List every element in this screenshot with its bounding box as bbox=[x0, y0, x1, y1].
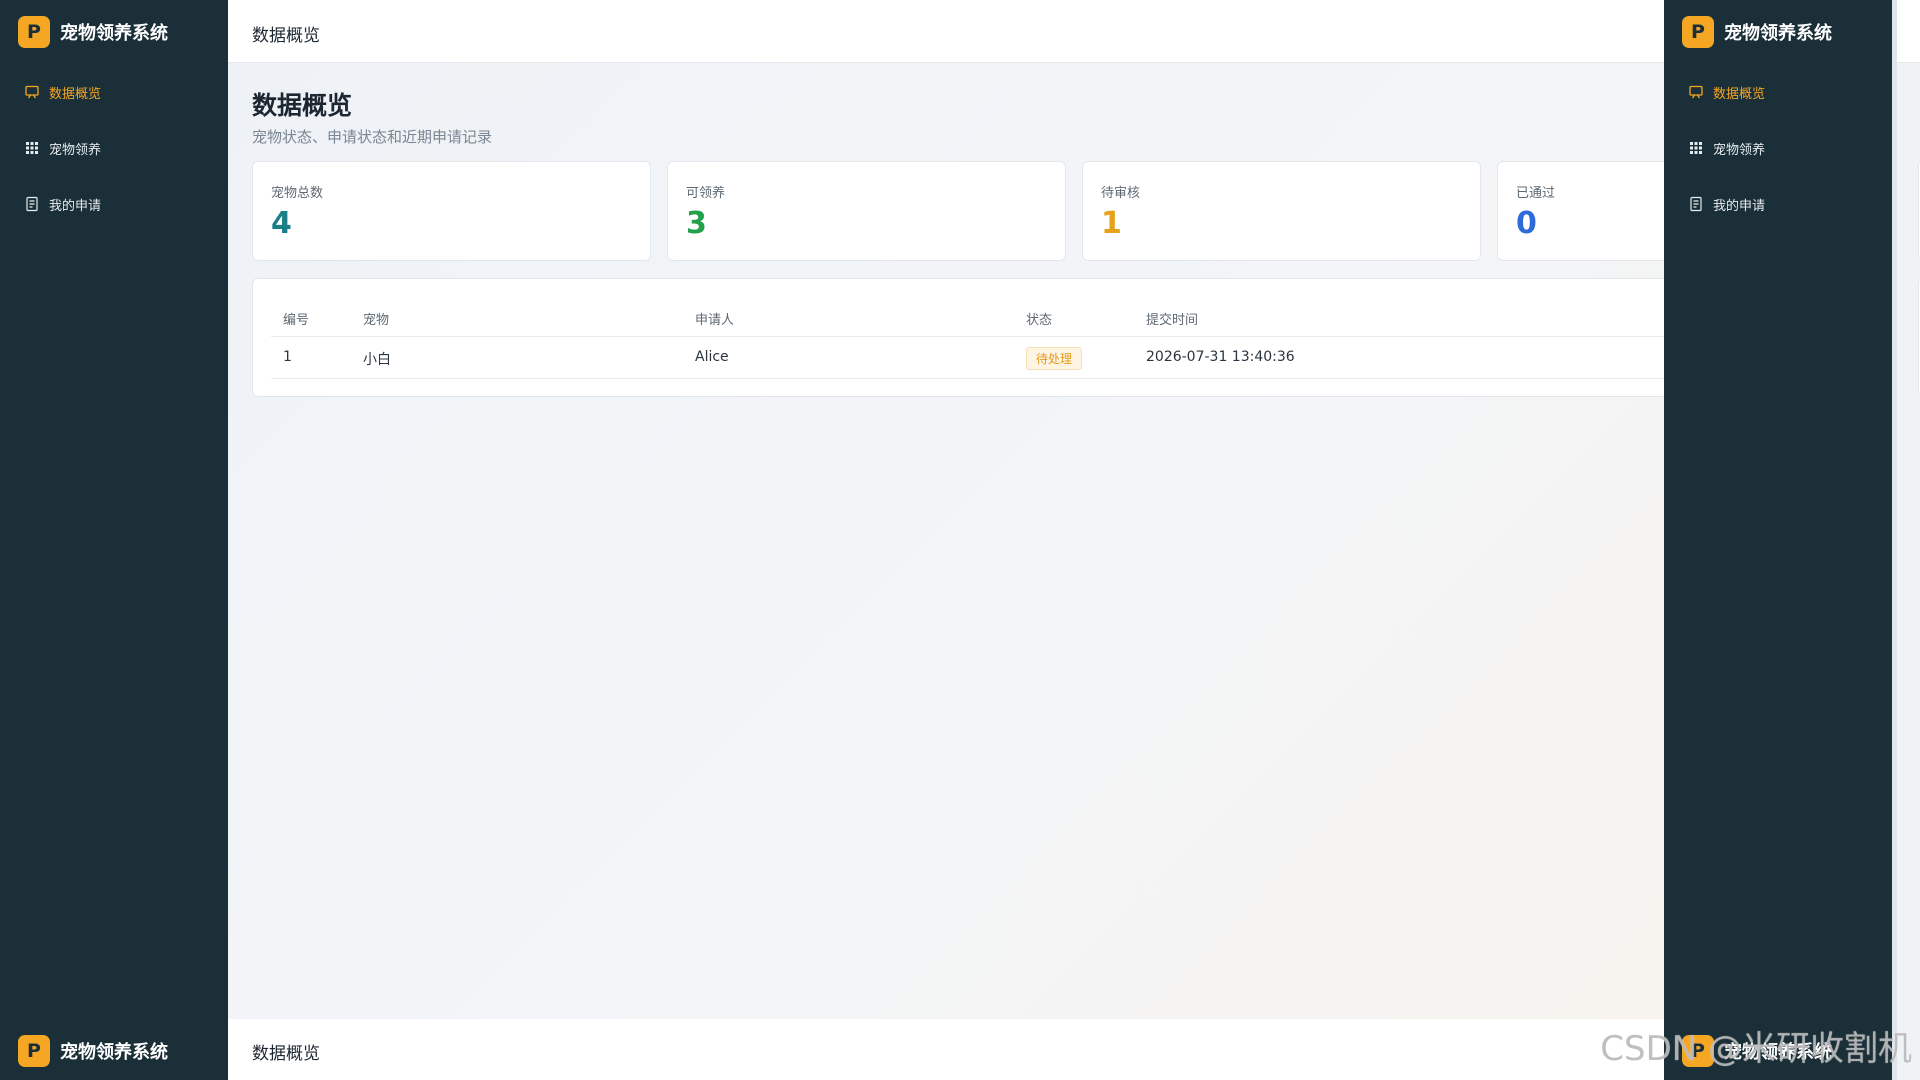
stat-label: 可领养 bbox=[686, 186, 726, 201]
status-badge: 待处理 bbox=[1026, 347, 1083, 370]
document-icon bbox=[1688, 196, 1704, 212]
stat-card-available: 可领养 3 bbox=[667, 161, 1066, 261]
sidebar-item-label: 宠物领养 bbox=[1713, 142, 1766, 158]
brand[interactable]: P 宠物领养系统 bbox=[18, 16, 168, 48]
sidebar-item-dashboard[interactable]: 数据概览 bbox=[24, 77, 101, 107]
sidebar-item-applications[interactable]: 我的申请 bbox=[24, 189, 101, 219]
document-icon bbox=[24, 196, 40, 212]
sidebar-item-label: 宠物领养 bbox=[49, 142, 102, 158]
topbar-bottom-strip: 数据概览 bbox=[228, 1019, 1664, 1080]
brand-name: 宠物领养系统 bbox=[1724, 23, 1832, 44]
brand-name: 宠物领养系统 bbox=[60, 1042, 168, 1063]
row-divider bbox=[271, 378, 1664, 379]
stat-card-total: 宠物总数 4 bbox=[252, 161, 651, 261]
sidebar-item-dashboard[interactable]: 数据概览 bbox=[1688, 77, 1765, 107]
brand-name: 宠物领养系统 bbox=[60, 23, 168, 44]
cell-time: 2026-07-31 13:40:36 bbox=[1146, 349, 1295, 365]
stat-card-approved: 已通过 0 bbox=[1497, 161, 1664, 261]
cell-applicant: Alice bbox=[695, 349, 729, 365]
sidebar-item-adopt[interactable]: 宠物领养 bbox=[24, 133, 101, 163]
grid-icon bbox=[1688, 140, 1704, 156]
stat-label: 待审核 bbox=[1101, 186, 1141, 201]
stat-value: 3 bbox=[686, 206, 707, 241]
sidebar: P 宠物领养系统 数据概览 宠物领养 我的申请 bbox=[0, 0, 228, 1019]
brand[interactable]: P 宠物领养系统 bbox=[1682, 16, 1832, 48]
stat-label: 宠物总数 bbox=[271, 186, 324, 201]
page-title: 数据概览 bbox=[252, 91, 353, 120]
main-content: 数据概览 数据概览 宠物状态、申请状态和近期申请记录 宠物总数 4 可领养 3 … bbox=[228, 0, 1664, 1019]
header-divider bbox=[271, 336, 1664, 337]
cell-pet: 小白 bbox=[363, 352, 391, 368]
topbar-title: 数据概览 bbox=[252, 1044, 320, 1064]
dashboard-icon bbox=[1688, 84, 1704, 100]
brand-logo: P bbox=[18, 16, 50, 48]
stat-value: 0 bbox=[1516, 206, 1537, 241]
brand-logo: P bbox=[18, 1035, 50, 1067]
main-content-clipped bbox=[1897, 0, 1920, 1080]
sidebar-duplicate: P 宠物领养系统 数据概览 宠物领养 我的申请 P 宠物领养系统 bbox=[1664, 0, 1892, 1080]
stat-value: 4 bbox=[271, 206, 292, 241]
sidebar-item-label: 我的申请 bbox=[49, 198, 102, 214]
sidebar-bottom-strip: P 宠物领养系统 bbox=[0, 1019, 228, 1080]
stat-card-pending: 待审核 1 bbox=[1082, 161, 1481, 261]
watermark: CSDN @米研收割机 bbox=[1600, 1029, 1912, 1069]
table-header: 编号 bbox=[283, 313, 310, 328]
sidebar-item-adopt[interactable]: 宠物领养 bbox=[1688, 133, 1765, 163]
table-header: 提交时间 bbox=[1146, 313, 1199, 328]
dashboard-icon bbox=[24, 84, 40, 100]
brand-logo: P bbox=[1682, 16, 1714, 48]
applications-table: 编号 宠物 申请人 状态 提交时间 1 小白 Alice 待处理 2026-07… bbox=[252, 278, 1664, 397]
stat-label: 已通过 bbox=[1516, 186, 1556, 201]
sidebar-item-label: 数据概览 bbox=[49, 86, 102, 102]
sidebar-item-label: 我的申请 bbox=[1713, 198, 1766, 214]
brand[interactable]: P 宠物领养系统 bbox=[18, 1035, 168, 1067]
topbar: 数据概览 bbox=[228, 0, 1664, 63]
topbar-title: 数据概览 bbox=[252, 26, 320, 46]
table-header: 状态 bbox=[1026, 313, 1053, 328]
cell-id: 1 bbox=[283, 349, 292, 365]
table-header: 申请人 bbox=[695, 313, 735, 328]
stat-value: 1 bbox=[1101, 206, 1122, 241]
sidebar-item-applications[interactable]: 我的申请 bbox=[1688, 189, 1765, 219]
page-subtitle: 宠物状态、申请状态和近期申请记录 bbox=[252, 128, 493, 146]
table-header: 宠物 bbox=[363, 313, 390, 328]
topbar-clipped bbox=[1897, 0, 1920, 63]
grid-icon bbox=[24, 140, 40, 156]
sidebar-item-label: 数据概览 bbox=[1713, 86, 1766, 102]
